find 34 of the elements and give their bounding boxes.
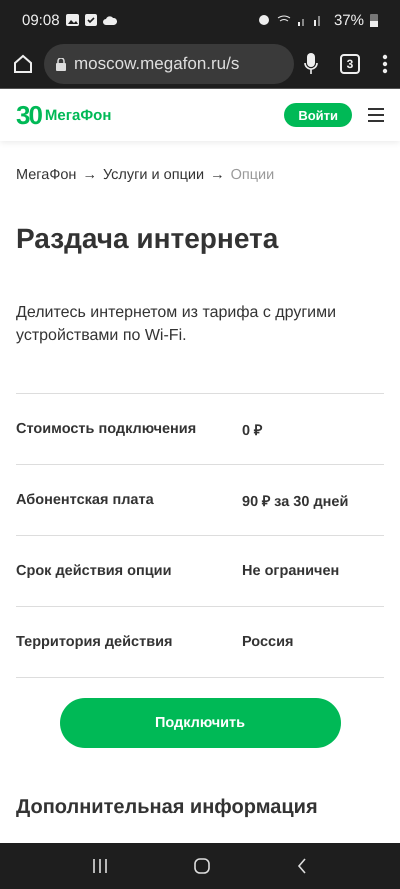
checkbox-icon (84, 14, 97, 26)
breadcrumb-separator: → (82, 167, 97, 183)
battery-level: 37% (334, 12, 364, 28)
recent-apps-icon[interactable] (93, 859, 108, 873)
detail-label: Абонентская плата (16, 492, 155, 508)
breadcrumb-link[interactable]: МегаФон (16, 167, 76, 183)
logo-number: 30 (16, 100, 41, 130)
breadcrumb-link[interactable]: Услуги и опции (102, 167, 204, 183)
menu-icon[interactable] (368, 108, 384, 122)
breadcrumb-separator: → (210, 167, 225, 183)
detail-value: 0 ₽ (242, 422, 264, 439)
logo-text: МегаФон (44, 106, 112, 124)
back-icon[interactable] (296, 858, 307, 874)
url-text: moscow.megafon.ru/s (74, 54, 240, 74)
detail-label: Территория действия (16, 634, 174, 650)
battery-icon (370, 14, 378, 26)
cloud-icon (102, 16, 117, 24)
image-icon (66, 14, 79, 26)
detail-value: Россия (242, 634, 294, 650)
detail-label: Стоимость подключения (16, 421, 198, 437)
tab-count-button[interactable]: 3 (340, 54, 360, 74)
home-icon[interactable] (12, 53, 34, 75)
microphone-icon[interactable] (304, 53, 318, 75)
lock-icon (56, 58, 66, 70)
detail-label: Срок действия опции (16, 563, 172, 579)
status-time: 09:08 (22, 12, 60, 28)
section-title: Дополнительная информация (16, 796, 319, 819)
description: Делитесь интернетом из тарифа с другими устройствами по Wi-Fi. (16, 303, 338, 346)
home-icon[interactable] (194, 858, 210, 874)
more-icon[interactable] (382, 54, 388, 74)
page-title: Раздача интернета (16, 223, 280, 255)
detail-value: 90 ₽ за 30 дней (242, 493, 350, 510)
address-field[interactable]: moscow.megafon.ru/s (44, 44, 294, 84)
detail-value: Не ограничен (242, 563, 340, 579)
